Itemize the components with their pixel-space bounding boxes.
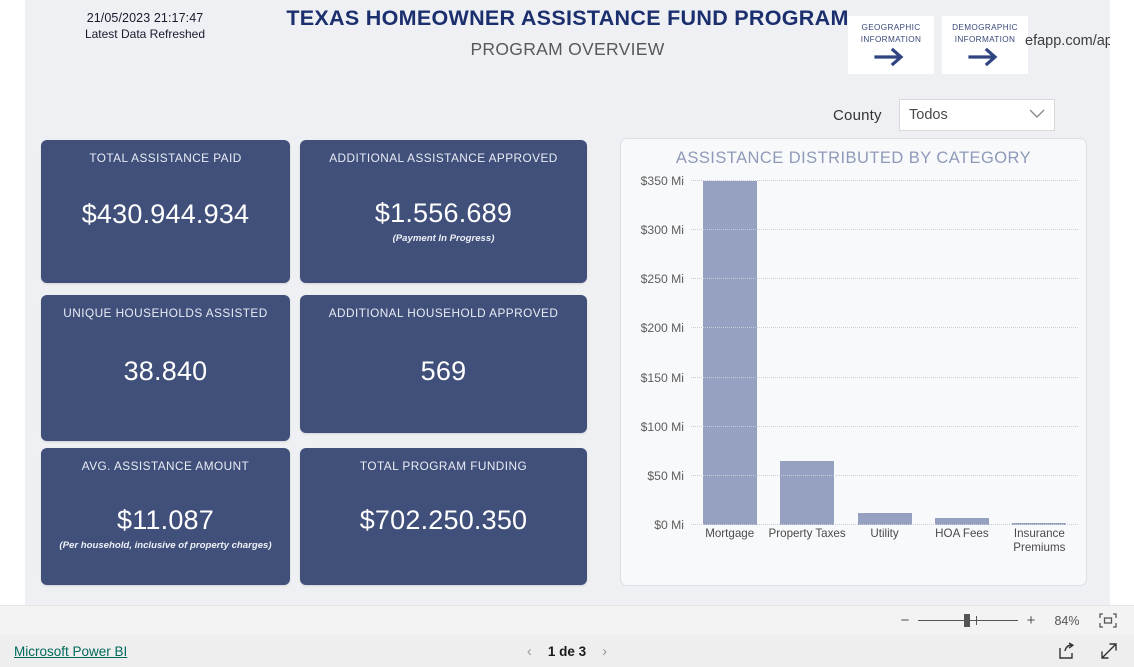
page-navigation: ‹ 1 de 3 › (0, 643, 1134, 660)
chart-plot-area: $0 Mi $50 Mi $100 Mi $150 Mi $200 Mi $250 Mi $… (641, 174, 1078, 532)
kpi-card-additional-household-approved[interactable]: ADDITIONAL HOUSEHOLD APPROVED 569 (300, 295, 587, 433)
demographic-button-label-line2: INFORMATION (954, 34, 1016, 44)
chart-x-tick-label: Utility (870, 527, 899, 540)
geographic-button-label-line1: GEOGRAPHIC (861, 23, 921, 32)
zoom-out-button[interactable]: − (898, 612, 912, 629)
zoom-percent-label: 84% (1054, 613, 1080, 628)
kpi-card-title: UNIQUE HOUSEHOLDS ASSISTED (63, 306, 268, 320)
demographic-information-button[interactable]: DEMOGRAPHIC INFORMATION (942, 16, 1028, 74)
chart-bar-slot (1001, 181, 1078, 525)
kpi-card-value: $430.944.934 (81, 199, 250, 229)
chart-title: ASSISTANCE DISTRIBUTED BY CATEGORY (675, 149, 1032, 167)
zoom-in-button[interactable]: + (1024, 612, 1038, 629)
geographic-button-label-line2: INFORMATION (860, 34, 922, 44)
kpi-card-value: $702.250.350 (359, 505, 528, 535)
chart-bars (691, 181, 1078, 525)
kpi-card-value: $11.087 (117, 505, 214, 535)
clipped-url-text: efapp.com/ap (1025, 33, 1110, 49)
refresh-timestamp: 21/05/2023 21:17:47 (86, 11, 204, 25)
county-slicer-dropdown[interactable]: Todos (899, 99, 1055, 131)
chart-gridline: $200 Mi (641, 321, 1078, 335)
chart-gridline: $300 Mi (641, 223, 1078, 237)
arrow-right-icon (968, 47, 1002, 71)
kpi-card-title: TOTAL PROGRAM FUNDING (359, 459, 528, 473)
kpi-card-title: ADDITIONAL HOUSEHOLD APPROVED (328, 306, 559, 320)
kpi-card-note: (Payment In Progress) (392, 233, 495, 244)
chart-y-tick-label: $0 Mi (654, 518, 684, 532)
chart-bar-slot (846, 181, 923, 525)
county-slicer-value: Todos (909, 107, 948, 123)
kpi-card-title: ADDITIONAL ASSISTANCE APPROVED (329, 151, 558, 165)
page-indicator: 1 de 3 (547, 643, 587, 659)
kpi-card-total-program-funding[interactable]: TOTAL PROGRAM FUNDING $702.250.350 (300, 448, 587, 585)
geographic-information-button[interactable]: GEOGRAPHIC INFORMATION (848, 16, 934, 74)
power-bi-report-viewer: 21/05/2023 21:17:47 Latest Data Refreshe… (0, 0, 1134, 667)
kpi-card-value: $1.556.689 (374, 198, 513, 228)
next-page-button[interactable]: › (602, 643, 607, 660)
chart-gridline: $250 Mi (641, 272, 1078, 286)
fit-to-page-icon[interactable] (1098, 613, 1118, 628)
report-footer: Microsoft Power BI ‹ 1 de 3 › (0, 635, 1134, 667)
chart-bar-slot (923, 181, 1000, 525)
zoom-slider-thumb[interactable] (964, 614, 970, 627)
chart-y-tick-label: $300 Mi (640, 223, 684, 238)
kpi-card-unique-households-assisted[interactable]: UNIQUE HOUSEHOLDS ASSISTED 38.840 (41, 295, 290, 441)
chart-y-tick-label: $200 Mi (640, 321, 684, 336)
kpi-card-note: (Per household, inclusive of property ch… (59, 540, 272, 551)
chart-x-tick-label: Mortgage (705, 527, 755, 540)
chart-gridline: $0 Mi (654, 518, 1078, 532)
kpi-card-avg-assistance-amount[interactable]: AVG. ASSISTANCE AMOUNT $11.087 (Per hous… (41, 448, 290, 585)
chart-y-tick-label: $100 Mi (640, 419, 684, 434)
kpi-card-additional-assistance-approved[interactable]: ADDITIONAL ASSISTANCE APPROVED $1.556.68… (300, 140, 587, 283)
chart-gridline: $100 Mi (641, 420, 1078, 434)
chart-bar[interactable] (780, 461, 835, 525)
assistance-by-category-chart[interactable]: ASSISTANCE DISTRIBUTED BY CATEGORY $0 Mi… (620, 138, 1087, 586)
chart-y-tick-label: $250 Mi (640, 272, 684, 287)
chart-gridline: $350 Mi (641, 174, 1078, 188)
data-refresh-info: 21/05/2023 21:17:47 Latest Data Refreshe… (65, 10, 225, 42)
chart-bar[interactable] (702, 181, 757, 525)
chart-gridline: $50 Mi (647, 469, 1078, 483)
share-icon[interactable] (1058, 642, 1076, 660)
chart-y-tick-label: $50 Mi (647, 468, 684, 483)
chart-x-tick-label: HOA Fees (935, 527, 989, 540)
chart-gridline: $150 Mi (641, 371, 1078, 385)
demographic-button-label-line1: DEMOGRAPHIC (952, 23, 1018, 32)
chart-y-tick-label: $350 Mi (640, 174, 684, 188)
zoom-slider[interactable] (918, 614, 1018, 627)
kpi-card-value: 569 (420, 356, 467, 386)
kpi-card-title: AVG. ASSISTANCE AMOUNT (81, 459, 250, 473)
kpi-card-value: 38.840 (123, 356, 208, 386)
report-canvas: 21/05/2023 21:17:47 Latest Data Refreshe… (25, 0, 1110, 605)
arrow-right-icon (874, 47, 908, 71)
chart-x-tick-label: Insurance Premiums (1013, 527, 1066, 554)
chart-x-axis-labels: Mortgage Property Taxes Utility HOA Fees Ins… (691, 527, 1078, 567)
chart-bar-slot (691, 181, 768, 525)
chart-bar-slot (768, 181, 845, 525)
chart-y-tick-label: $150 Mi (640, 370, 684, 385)
county-slicer-label: County (833, 107, 882, 124)
zoom-slider-tick (976, 616, 977, 625)
kpi-card-title: TOTAL ASSISTANCE PAID (89, 151, 242, 165)
kpi-card-total-assistance-paid[interactable]: TOTAL ASSISTANCE PAID $430.944.934 (41, 140, 290, 283)
chart-x-tick-label: Property Taxes (768, 527, 846, 540)
fullscreen-icon[interactable] (1100, 642, 1118, 660)
chevron-down-icon (1029, 109, 1045, 122)
previous-page-button[interactable]: ‹ (527, 643, 532, 660)
footer-actions (1058, 642, 1118, 660)
zoom-toolbar: − + 84% (0, 605, 1134, 635)
